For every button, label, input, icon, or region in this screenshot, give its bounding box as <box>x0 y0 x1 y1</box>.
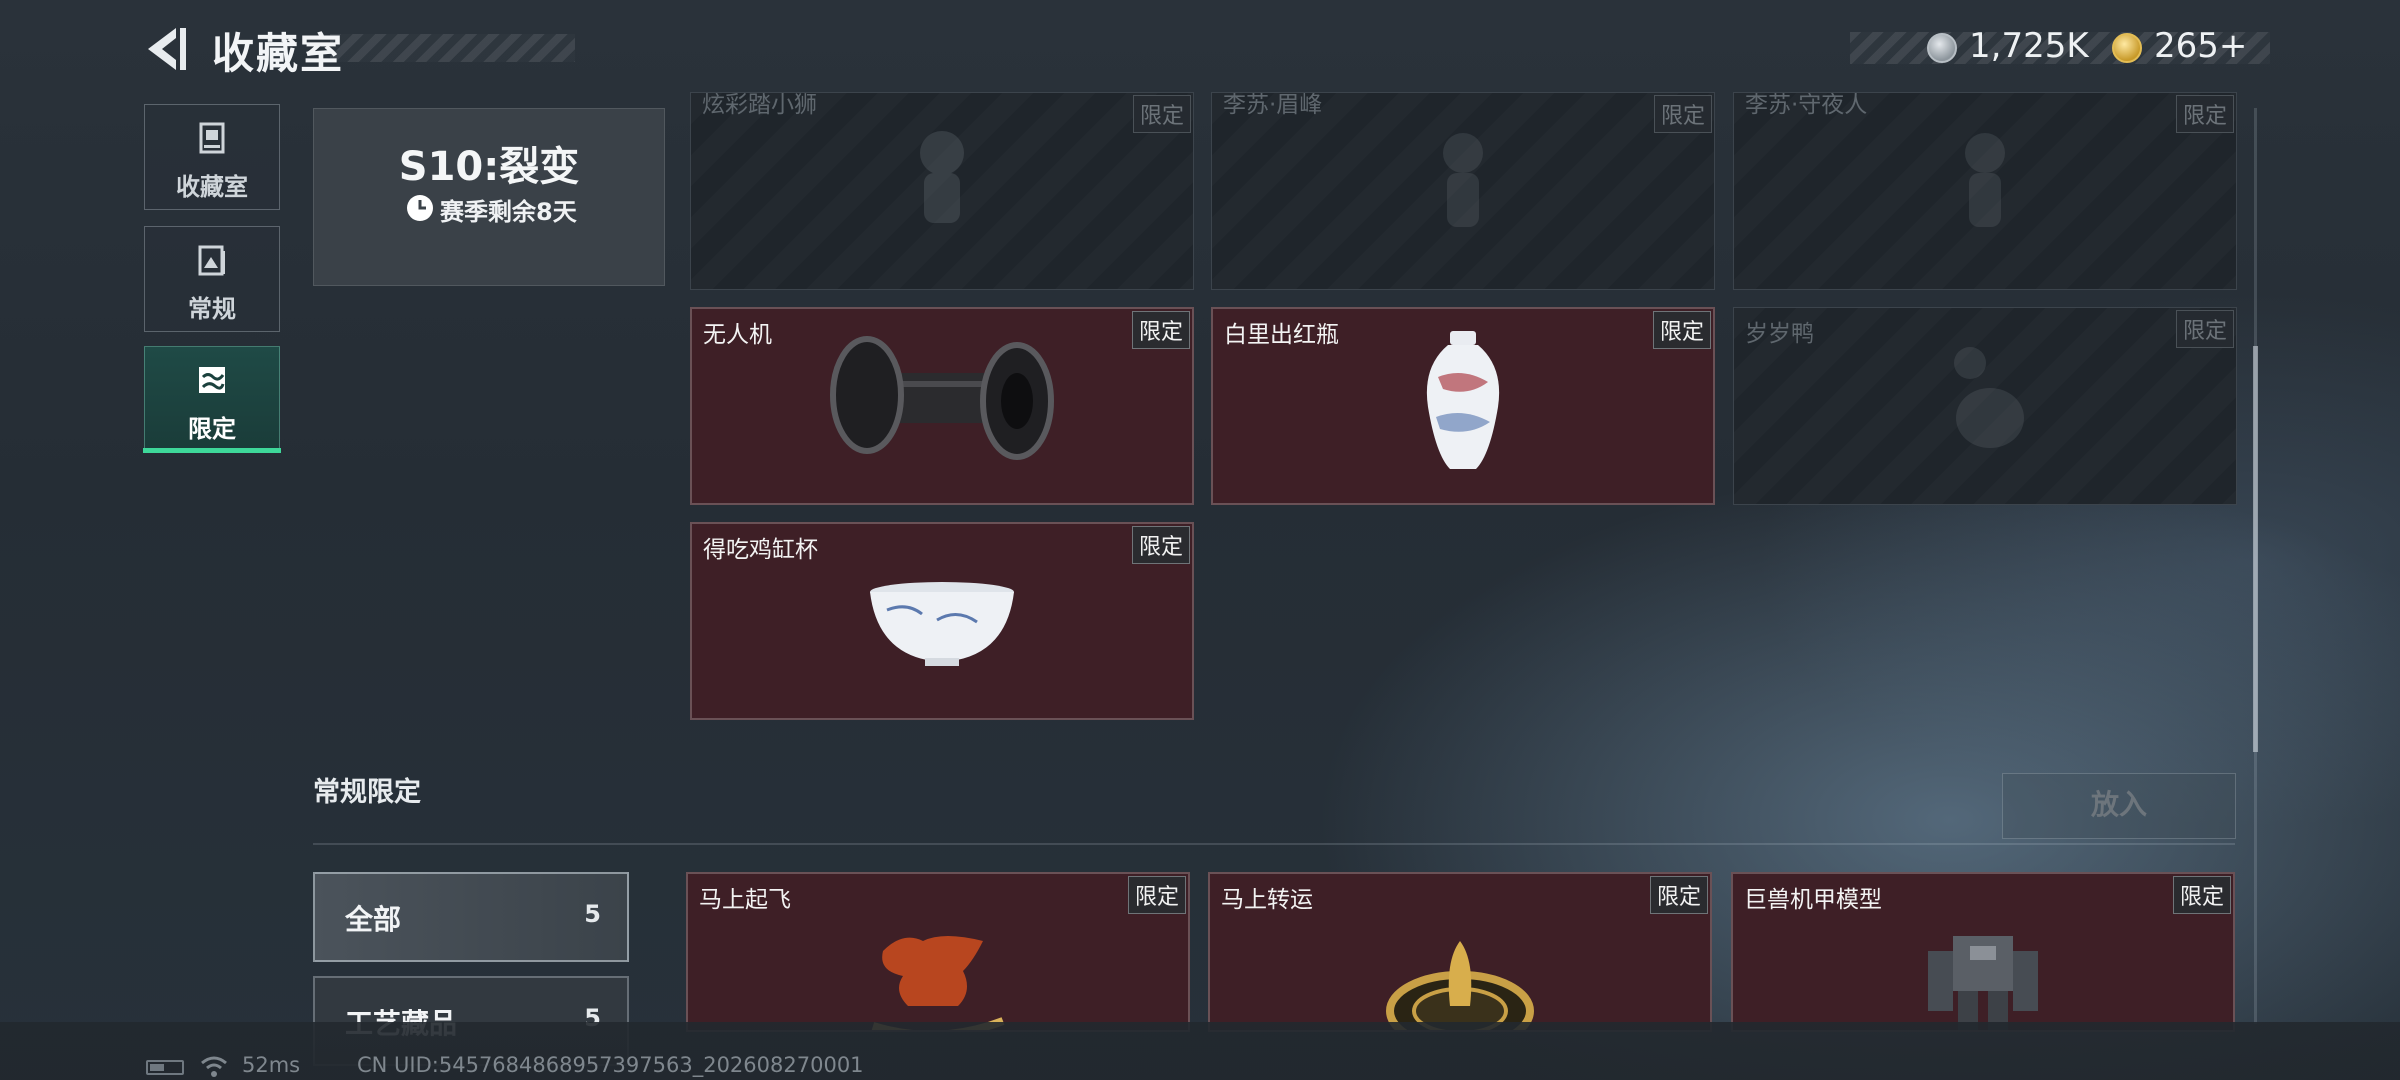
collection-item-card[interactable]: 李苏·守夜人 限定 <box>1733 92 2237 290</box>
title-stripe-decoration <box>330 34 575 62</box>
put-in-button[interactable]: 放入 <box>2002 773 2236 839</box>
collection-item-card[interactable]: 白里出红瓶 限定 <box>1211 307 1715 505</box>
sidebar-item-collection-room[interactable]: 收藏室 <box>144 104 280 210</box>
golden-compass-art <box>1386 941 1534 1030</box>
collection-item-card[interactable]: 马上转运 限定 <box>1208 872 1712 1032</box>
season-remaining-text: 赛季剩余8天 <box>440 198 577 226</box>
display-case-icon <box>199 122 225 154</box>
collection-book-icon <box>198 245 225 276</box>
chevron-left-icon[interactable] <box>140 24 190 74</box>
limited-badge: 限定 <box>2175 310 2234 348</box>
limited-badge: 限定 <box>1649 876 1708 914</box>
item-name: 巨兽机甲模型 <box>1744 887 1882 913</box>
filter-label: 全部 <box>345 903 402 936</box>
collection-item-card[interactable]: 巨兽机甲模型 限定 <box>1731 872 2235 1032</box>
porcelain-vase-art <box>1426 331 1500 470</box>
item-name: 马上转运 <box>1221 887 1313 913</box>
item-name: 得吃鸡缸杯 <box>703 537 818 563</box>
gold-coin-icon[interactable] <box>2112 33 2142 63</box>
sidebar-item-label: 限定 <box>188 415 236 443</box>
battery-level-fill <box>150 1064 164 1071</box>
porcelain-cup-art <box>870 581 1014 666</box>
collection-item-card[interactable]: 岁岁鸭 限定 <box>1733 307 2237 505</box>
page-title: 收藏室 <box>212 29 345 78</box>
filter-all[interactable]: 全部 5 <box>313 872 629 962</box>
item-name: 炫彩踏小狮 <box>702 92 817 118</box>
collection-item-card[interactable]: 炫彩踏小狮 限定 <box>690 92 1194 290</box>
locked-duck-silhouette <box>1954 347 2024 449</box>
locked-figure-silhouette <box>1443 133 1483 228</box>
locked-figure-silhouette <box>1965 133 2005 228</box>
collection-item-card[interactable]: 得吃鸡缸杯 限定 <box>690 522 1194 720</box>
sidebar-item-label: 收藏室 <box>176 173 248 201</box>
item-name: 无人机 <box>703 322 772 348</box>
limited-badge: 限定 <box>2172 876 2231 914</box>
limited-badge: 限定 <box>1652 311 1711 349</box>
clock-icon <box>407 195 433 221</box>
filter-count: 5 <box>584 900 601 928</box>
limited-badge: 限定 <box>2175 95 2234 133</box>
sidebar-item-limited[interactable]: 限定 <box>144 346 280 452</box>
limited-image-icon <box>199 367 225 393</box>
item-name: 岁岁鸭 <box>1745 321 1814 347</box>
item-name: 李苏·守夜人 <box>1745 92 1868 118</box>
item-name: 白里出红瓶 <box>1224 322 1339 348</box>
limited-badge: 限定 <box>1653 95 1712 133</box>
drone-roller-art <box>830 336 1054 461</box>
scrollbar-thumb[interactable] <box>2253 346 2258 752</box>
section-title: 常规限定 <box>313 777 421 808</box>
limited-badge: 限定 <box>1131 311 1190 349</box>
wifi-icon <box>201 1056 227 1077</box>
ping-value: 52ms <box>242 1053 301 1077</box>
user-uid: CN UID:5457684868957397563_202608270001 <box>357 1053 864 1077</box>
limited-badge: 限定 <box>1131 526 1190 564</box>
collection-item-card[interactable]: 马上起飞 限定 <box>686 872 1190 1032</box>
collection-item-card[interactable]: 无人机 限定 <box>690 307 1194 505</box>
collection-item-card[interactable]: 李苏·眉峰 限定 <box>1211 92 1715 290</box>
sidebar-item-label: 常规 <box>188 295 236 323</box>
season-title: S10:裂变 <box>398 144 580 190</box>
section-divider <box>313 843 2235 845</box>
limited-badge: 限定 <box>1132 95 1191 133</box>
item-name: 李苏·眉峰 <box>1223 92 1323 118</box>
limited-badge: 限定 <box>1127 876 1186 914</box>
gold-currency-value[interactable]: 265+ <box>2154 26 2247 66</box>
selected-tab-indicator <box>143 448 281 453</box>
silver-coin-icon <box>1927 33 1957 63</box>
silver-currency-value: 1,725K <box>1969 26 2089 66</box>
mech-model-art <box>1928 936 2038 1030</box>
item-name: 马上起飞 <box>699 887 791 913</box>
sidebar-item-regular[interactable]: 常规 <box>144 226 280 332</box>
rocking-horse-art <box>871 936 1005 1030</box>
locked-figure-silhouette <box>920 131 964 224</box>
